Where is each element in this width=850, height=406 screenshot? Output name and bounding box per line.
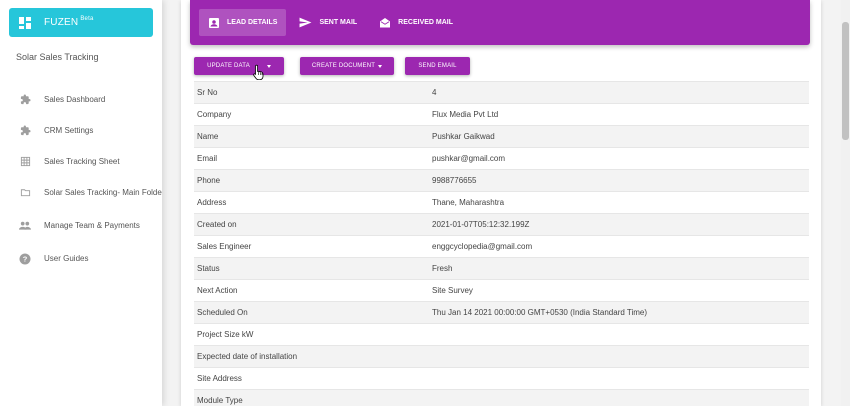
sidebar-item-label: Sales Tracking Sheet (44, 157, 120, 166)
table-row: Site Address (194, 367, 809, 389)
table-row: Module Type (194, 389, 809, 406)
app-name: Solar Sales Tracking (16, 52, 99, 62)
chevron-down-icon (378, 64, 383, 68)
field-label: Next Action (197, 286, 238, 295)
field-value: Site Survey (432, 286, 473, 295)
people-icon (19, 220, 31, 232)
sidebar: FUZEN Beta Solar Sales Tracking Sales Das… (0, 0, 162, 406)
field-value: Thu Jan 14 2021 00:00:00 GMT+0530 (India… (432, 308, 648, 317)
puzzle-icon (19, 94, 31, 106)
sidebar-item-label: Solar Sales Tracking- Main Folder (44, 188, 162, 197)
field-value: Pushkar Gaikwad (432, 132, 495, 141)
send-email-label: SEND EMAIL (418, 63, 457, 69)
tab-label: LEAD DETAILS (227, 19, 278, 26)
dashboard-grid-icon (19, 16, 31, 29)
create-document-button[interactable]: CREATE DOCUMENT (300, 57, 394, 75)
table-row: Expected date of installation (194, 345, 809, 367)
field-value: Thane, Maharashtra (432, 198, 505, 207)
table-row: Name Pushkar Gaikwad (194, 125, 809, 147)
table-icon (19, 156, 31, 168)
field-label: Phone (197, 176, 221, 185)
sidebar-item-main-folder[interactable]: Solar Sales Tracking- Main Folder (0, 177, 162, 208)
field-label: Company (197, 110, 232, 119)
page-scrollbar[interactable] (841, 0, 850, 406)
sidebar-item-crm-settings[interactable]: CRM Settings (0, 115, 162, 146)
table-row: Sales Engineer enggcyclopedia@gmail.com (194, 235, 809, 257)
table-row: Created on 2021-01-07T05:12:32.199Z (194, 213, 809, 235)
tab-bar: LEAD DETAILS SENT MAIL RECEIVED MAIL (190, 0, 810, 45)
table-row: Email pushkar@gmail.com (194, 147, 809, 169)
brand-button[interactable]: FUZEN Beta (9, 8, 153, 37)
table-row: Next Action Site Survey (194, 279, 809, 301)
field-label: Address (197, 198, 227, 207)
create-document-label: CREATE DOCUMENT (311, 63, 376, 69)
update-data-button[interactable]: UPDATE DATA (194, 57, 284, 75)
sidebar-item-label: User Guides (44, 254, 89, 263)
tab-received-mail[interactable]: RECEIVED MAIL (370, 9, 462, 36)
sidebar-item-sales-tracking-sheet[interactable]: Sales Tracking Sheet (0, 146, 162, 177)
sidebar-item-manage-team[interactable]: Manage Team & Payments (0, 208, 162, 243)
field-label: Module Type (197, 396, 243, 405)
drafts-icon (380, 17, 391, 27)
hand-cursor-icon (253, 64, 264, 80)
field-label: Sr No (197, 88, 218, 97)
field-label: Sales Engineer (197, 242, 252, 251)
table-row: Company Flux Media Pvt Ltd (194, 103, 809, 125)
tab-label: RECEIVED MAIL (398, 19, 454, 26)
sidebar-item-label: CRM Settings (44, 126, 94, 135)
field-label: Created on (197, 220, 237, 229)
field-label: Name (197, 132, 219, 141)
table-row: Scheduled On Thu Jan 14 2021 00:00:00 GMT… (194, 301, 809, 323)
sidebar-item-label: Manage Team & Payments (44, 221, 140, 230)
help-icon: ? (19, 253, 31, 265)
sidebar-item-label: Sales Dashboard (44, 95, 106, 104)
field-label: Project Size kW (197, 330, 254, 339)
tab-lead-details[interactable]: LEAD DETAILS (199, 9, 287, 36)
contact-card-icon (209, 17, 219, 28)
table-row: Status Fresh (194, 257, 809, 279)
tab-sent-mail[interactable]: SENT MAIL (290, 9, 366, 36)
update-data-label: UPDATE DATA (207, 63, 250, 69)
table-row: Project Size kW (194, 323, 809, 345)
field-value: Flux Media Pvt Ltd (432, 110, 499, 119)
field-label: Expected date of installation (197, 352, 298, 361)
brand-name: FUZEN Beta (44, 16, 94, 28)
table-row: Phone 9988776655 (194, 169, 809, 191)
field-label: Site Address (197, 374, 242, 383)
table-row: Address Thane, Maharashtra (194, 191, 809, 213)
table-row: Sr No 4 (194, 81, 809, 103)
field-label: Scheduled On (197, 308, 248, 317)
field-value: Fresh (432, 264, 453, 273)
sidebar-item-sales-dashboard[interactable]: Sales Dashboard (0, 84, 162, 115)
field-value: 9988776655 (432, 176, 477, 185)
chevron-down-icon (266, 64, 271, 68)
lead-details-table: Sr No 4 Company Flux Media Pvt Ltd Name Pus… (194, 81, 809, 406)
field-value: 2021-01-07T05:12:32.199Z (432, 220, 530, 229)
field-value: 4 (432, 88, 437, 97)
field-value: pushkar@gmail.com (432, 154, 506, 163)
sidebar-nav: Sales Dashboard CRM Settings Sales Track… (0, 84, 162, 274)
scrollbar-thumb[interactable] (842, 22, 849, 140)
svg-text:?: ? (23, 254, 28, 263)
send-icon (299, 17, 312, 28)
folder-icon (19, 187, 31, 199)
beta-badge: Beta (80, 16, 94, 22)
puzzle-icon (19, 125, 31, 137)
field-label: Email (197, 154, 218, 163)
field-value: enggcyclopedia@gmail.com (432, 242, 533, 251)
sidebar-item-user-guides[interactable]: ? User Guides (0, 243, 162, 274)
send-email-button[interactable]: SEND EMAIL (405, 57, 470, 75)
tab-label: SENT MAIL (319, 19, 358, 26)
field-label: Status (197, 264, 220, 273)
